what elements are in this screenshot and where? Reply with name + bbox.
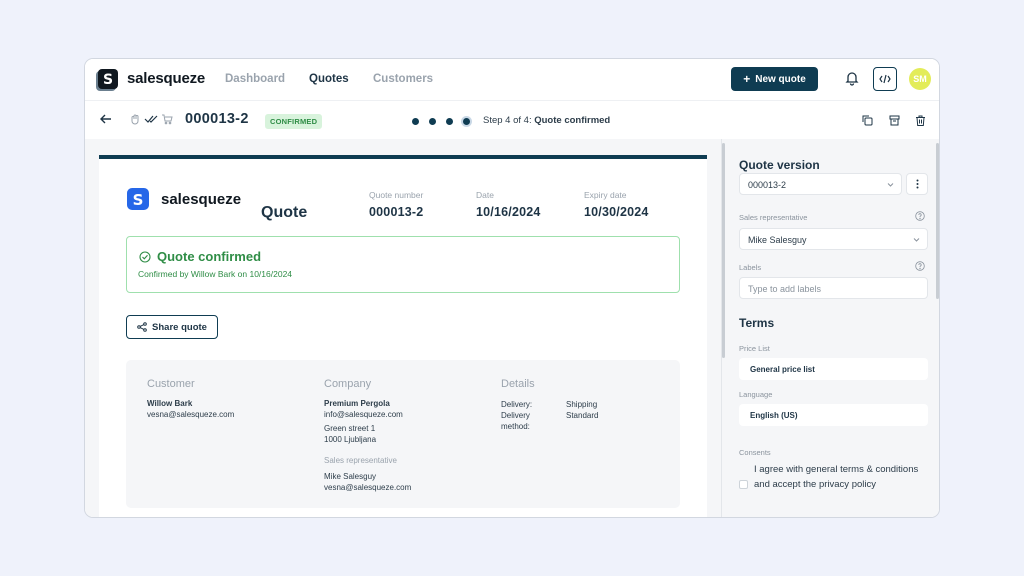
terms-heading: Terms	[739, 316, 775, 330]
delivery-method-label: Delivery	[501, 411, 530, 420]
price-list-select[interactable]: General price list	[739, 358, 928, 380]
document-scrollbar[interactable]	[722, 143, 725, 358]
code-icon	[879, 74, 891, 84]
confirmation-banner: Quote confirmed Confirmed by Willow Bark…	[126, 236, 680, 293]
archive-icon[interactable]	[889, 115, 900, 126]
svg-text:S: S	[133, 191, 144, 209]
company-city: 1000 Ljubljana	[324, 435, 377, 444]
step-dot[interactable]	[412, 118, 419, 125]
chevron-down-icon	[913, 238, 920, 242]
customer-email[interactable]: vesna@salesqueze.com	[147, 409, 234, 420]
new-quote-label: New quote	[755, 73, 806, 85]
salesqueze-logo-icon[interactable]: S	[95, 68, 119, 92]
consent-checkbox[interactable]	[739, 480, 748, 489]
chevron-down-icon	[887, 183, 894, 187]
status-icons	[129, 113, 173, 125]
consents-label: Consents	[739, 448, 771, 457]
company-name: Premium Pergola	[324, 399, 390, 408]
company-email[interactable]: info@salesqueze.com	[324, 409, 403, 420]
delivery-method-value: Standard	[566, 411, 599, 420]
company-heading: Company	[324, 378, 372, 390]
status-badge: CONFIRMED	[265, 114, 323, 129]
price-list-label: Price List	[739, 344, 770, 353]
delivery-value: Shipping	[566, 400, 598, 409]
step-prefix: Step 4 of 4:	[483, 115, 532, 126]
company-rep-email[interactable]: vesna@salesqueze.com	[324, 482, 411, 493]
step-dot[interactable]	[446, 118, 453, 125]
code-view-button[interactable]	[873, 67, 897, 91]
labels-label: Labels	[739, 263, 762, 272]
svg-text:S: S	[103, 72, 113, 88]
language-label: Language	[739, 390, 773, 399]
salesqueze-logo-icon: S	[127, 188, 149, 210]
share-quote-label: Share quote	[152, 321, 207, 333]
sales-rep-value: Mike Salesguy	[748, 235, 807, 245]
company-street: Green street 1	[324, 424, 376, 433]
date-value: 10/16/2024	[476, 205, 541, 219]
sidebar-scrollbar[interactable]	[936, 143, 939, 299]
quote-number-label: Quote number	[369, 190, 424, 200]
sales-rep-select[interactable]: Mike Salesguy	[739, 228, 928, 250]
bell-icon[interactable]	[844, 70, 860, 86]
step-dot-current[interactable]	[463, 118, 470, 125]
delivery-label: Delivery:	[501, 400, 533, 409]
version-menu-button[interactable]	[906, 173, 928, 195]
quote-number-title: 000013-2	[185, 111, 249, 127]
top-nav: S salesqueze Dashboard Quotes Customers …	[85, 59, 939, 101]
customer-heading: Customer	[147, 378, 195, 390]
party-details-card: Customer Willow Bark vesna@salesqueze.co…	[126, 360, 680, 508]
document-title: Quote	[261, 204, 308, 221]
quote-version-select[interactable]: 000013-2	[739, 173, 902, 195]
nav-item-customers[interactable]: Customers	[373, 73, 433, 85]
share-quote-button[interactable]: Share quote	[126, 315, 218, 339]
check-circle-icon	[139, 251, 151, 263]
nav-item-dashboard[interactable]: Dashboard	[225, 73, 285, 85]
more-vertical-icon	[916, 179, 918, 189]
labels-input[interactable]: Type to add labels	[739, 277, 928, 299]
trash-icon[interactable]	[915, 115, 926, 126]
quote-version-value: 000013-2	[748, 180, 787, 190]
customer-name: Willow Bark	[147, 399, 193, 408]
consent-text: I agree with general terms & conditions …	[754, 464, 919, 490]
new-quote-button[interactable]: + New quote	[731, 67, 818, 91]
step-name: Quote confirmed	[534, 115, 611, 126]
share-icon	[137, 322, 147, 332]
quote-version-heading: Quote version	[739, 158, 820, 172]
company-rep-label: Sales representative	[324, 456, 397, 465]
progress-steps	[412, 118, 470, 125]
help-icon[interactable]	[915, 261, 925, 271]
sales-rep-label: Sales representative	[739, 213, 808, 222]
nav-item-quotes[interactable]: Quotes	[309, 73, 349, 85]
copy-icon[interactable]	[862, 115, 873, 126]
details-heading: Details	[501, 378, 535, 390]
confirmation-subtitle: Confirmed by Willow Bark on 10/16/2024	[138, 269, 293, 279]
app-name[interactable]: salesqueze	[127, 70, 205, 87]
expiry-date-label: Expiry date	[584, 190, 627, 200]
delivery-method-label-cont: method:	[501, 422, 530, 431]
quote-number-value: 000013-2	[369, 205, 424, 219]
company-rep-name: Mike Salesguy	[324, 472, 377, 481]
date-label: Date	[476, 190, 494, 200]
help-icon[interactable]	[915, 211, 925, 221]
quote-toolbar: 000013-2 CONFIRMED Step 4 of 4: Quote co…	[85, 101, 939, 139]
cart-icon	[162, 114, 173, 125]
back-arrow-icon[interactable]	[99, 112, 113, 126]
double-check-icon	[144, 115, 158, 123]
document-brand: salesqueze	[161, 191, 242, 208]
user-avatar[interactable]: SM	[909, 68, 931, 90]
hand-icon	[131, 114, 139, 125]
step-dot[interactable]	[429, 118, 436, 125]
step-indicator: Step 4 of 4: Quote confirmed	[483, 115, 610, 126]
language-select[interactable]: English (US)	[739, 404, 928, 426]
plus-icon: +	[743, 72, 751, 86]
expiry-date-value: 10/30/2024	[584, 205, 649, 219]
quote-document: S salesqueze Quote Quote number 000013-2…	[99, 155, 707, 517]
app-window: S salesqueze Dashboard Quotes Customers …	[84, 58, 940, 518]
confirmation-title: Quote confirmed	[157, 249, 262, 264]
